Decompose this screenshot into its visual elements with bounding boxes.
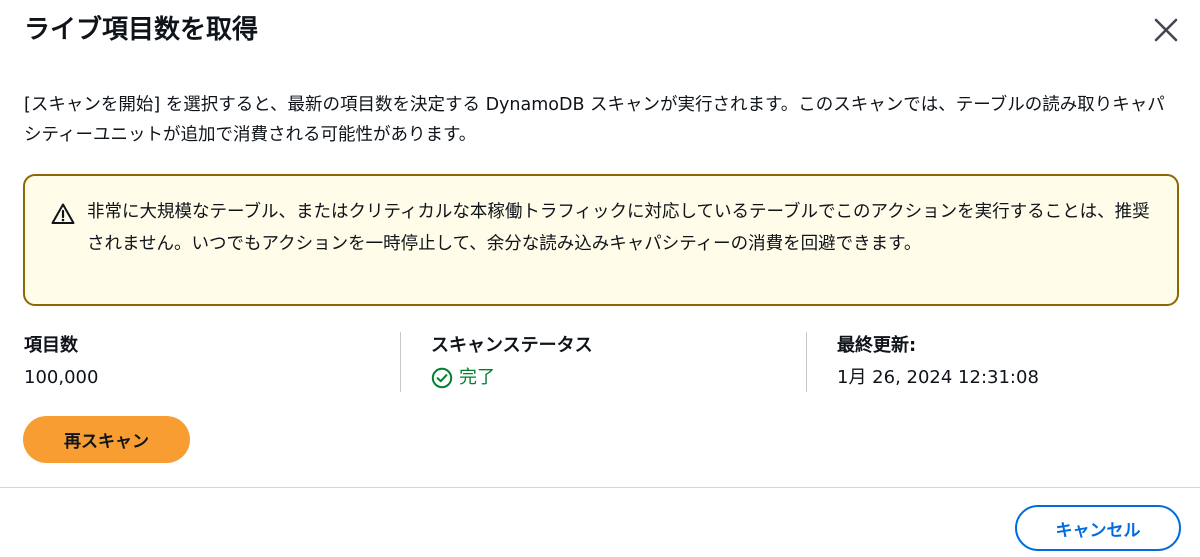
scan-status-label: スキャンステータス — [431, 335, 593, 356]
check-circle-icon — [431, 367, 453, 389]
scan-status-stat: スキャンステータス 完了 — [431, 330, 593, 394]
warning-text: 非常に大規模なテーブル、またはクリティカルな本稼働トラフィックに対応しているテー… — [87, 202, 1150, 254]
stat-divider — [400, 332, 401, 392]
scan-status-indicator: 完了 — [431, 362, 593, 394]
last-updated-label: 最終更新: — [837, 335, 917, 356]
item-count-value: 100,000 — [24, 367, 99, 388]
close-icon — [1154, 18, 1178, 42]
warning-alert: 非常に大規模なテーブル、またはクリティカルな本稼働トラフィックに対応しているテー… — [23, 174, 1179, 306]
stat-divider — [806, 332, 807, 392]
scan-status-value: 完了 — [459, 367, 495, 388]
warning-icon — [51, 203, 75, 224]
cancel-button[interactable]: キャンセル — [1015, 505, 1181, 551]
item-count-stat: 項目数 100,000 — [24, 330, 98, 394]
scan-stats: 項目数 100,000 スキャンステータス 完了 最終更新: 1月 26, 20… — [0, 330, 1200, 394]
item-count-label: 項目数 — [24, 335, 78, 356]
modal-title: ライブ項目数を取得 — [24, 15, 259, 45]
rescan-button[interactable]: 再スキャン — [23, 416, 190, 463]
close-button[interactable] — [1148, 12, 1184, 48]
last-updated-stat: 最終更新: 1月 26, 2024 12:31:08 — [837, 330, 1039, 394]
scan-description: [スキャンを開始] を選択すると、最新の項目数を決定する DynamoDB スキ… — [24, 95, 1165, 145]
footer-divider — [0, 487, 1200, 488]
last-updated-value: 1月 26, 2024 12:31:08 — [837, 367, 1039, 388]
